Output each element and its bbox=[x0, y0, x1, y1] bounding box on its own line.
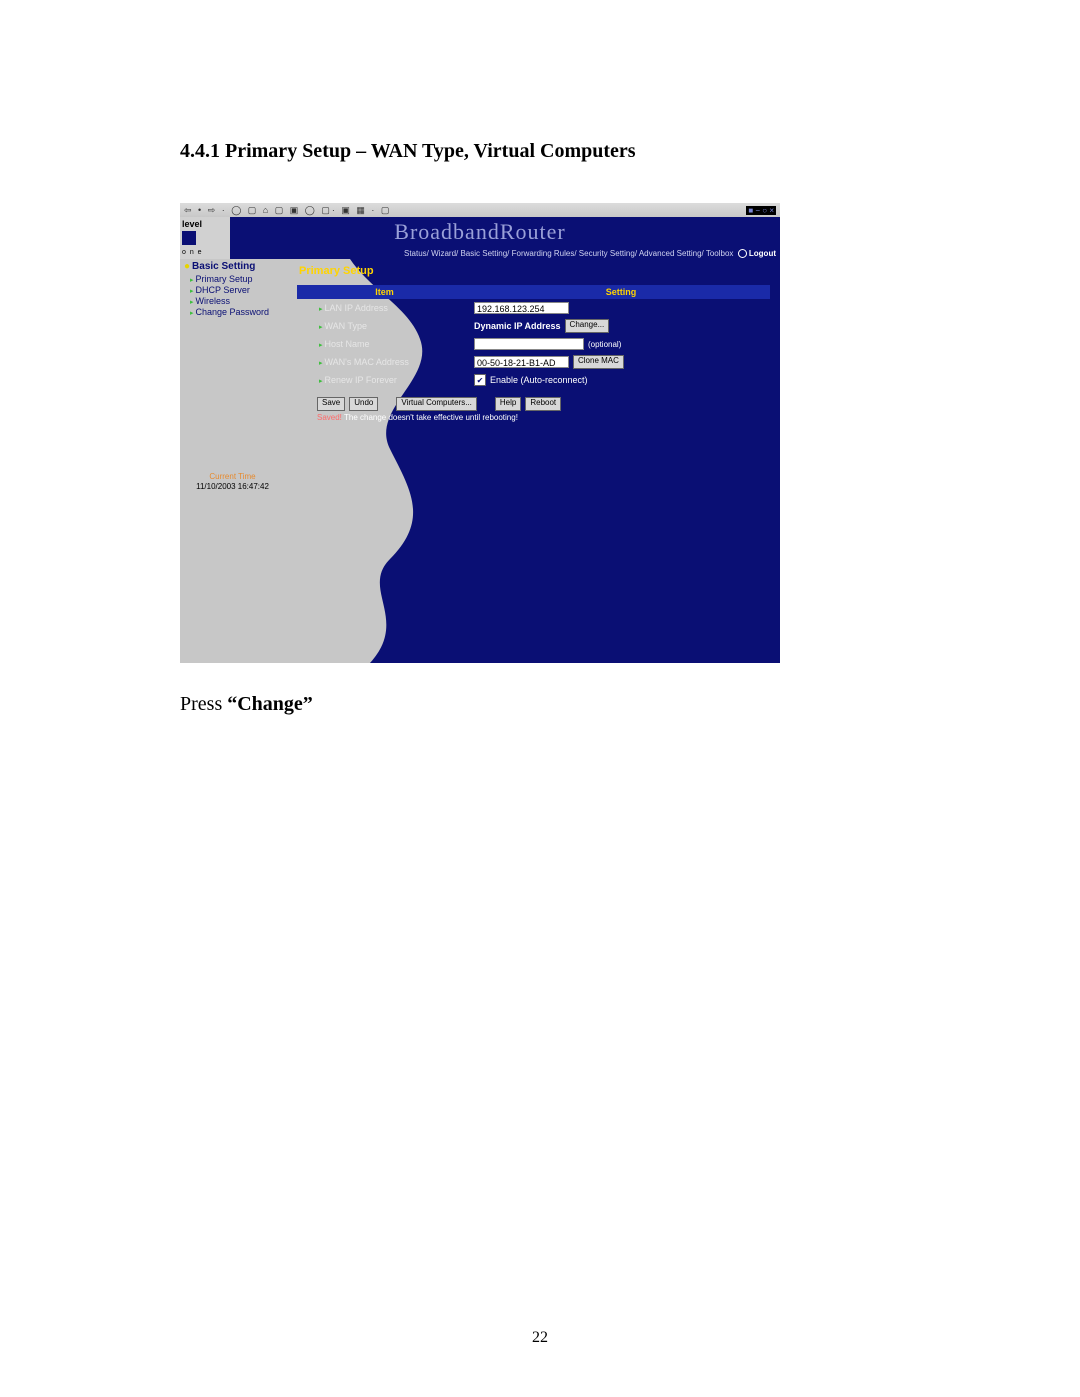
triangle-icon: ▸ bbox=[190, 310, 194, 317]
col-setting-header: Setting bbox=[472, 287, 770, 297]
optional-label: (optional) bbox=[588, 340, 621, 349]
action-button-row: Save Undo Virtual Computers... Help Rebo… bbox=[317, 397, 770, 411]
logo: level o n e bbox=[180, 217, 230, 259]
wan-type-value: Dynamic IP Address bbox=[474, 321, 561, 331]
nav-link[interactable]: Basic Setting bbox=[460, 249, 507, 258]
label-wan-type: WAN Type bbox=[325, 321, 368, 331]
triangle-icon: ▸ bbox=[319, 342, 323, 349]
col-item-header: Item bbox=[297, 287, 472, 297]
current-time-label: Current Time bbox=[180, 472, 285, 481]
row-host-name: ▸Host Name (optional) bbox=[297, 335, 770, 353]
page-number: 22 bbox=[0, 1329, 1080, 1347]
sidebar-item-wireless[interactable]: ▸Wireless bbox=[190, 296, 281, 306]
label-host-name: Host Name bbox=[325, 339, 370, 349]
nav-link[interactable]: Advanced Setting bbox=[639, 249, 702, 258]
host-name-input[interactable] bbox=[474, 338, 584, 350]
sidebar-item-dhcp-server[interactable]: ▸DHCP Server bbox=[190, 285, 281, 295]
logout-link[interactable]: Logout bbox=[749, 249, 776, 258]
triangle-icon: ▸ bbox=[319, 306, 323, 313]
triangle-icon: ▸ bbox=[319, 360, 323, 367]
content-title: Primary Setup bbox=[299, 265, 770, 277]
lan-ip-input[interactable]: 192.168.123.254 bbox=[474, 302, 569, 314]
row-wan-type: ▸WAN Type Dynamic IP Address Change... bbox=[297, 317, 770, 335]
nav-link[interactable]: Forwarding Rules bbox=[512, 249, 575, 258]
triangle-icon: ▸ bbox=[190, 288, 194, 295]
logo-text-bottom: o n e bbox=[182, 248, 203, 258]
label-lan-ip: LAN IP Address bbox=[325, 303, 388, 313]
figure-caption: Press “Change” bbox=[180, 693, 900, 716]
header-banner: level o n e BroadbandRouter Status/ Wiza… bbox=[180, 217, 780, 259]
change-button[interactable]: Change... bbox=[565, 319, 610, 333]
reboot-button[interactable]: Reboot bbox=[525, 397, 561, 411]
enable-text: Enable (Auto-reconnect) bbox=[490, 375, 588, 385]
virtual-computers-button[interactable]: Virtual Computers... bbox=[396, 397, 477, 411]
help-button[interactable]: Help bbox=[495, 397, 521, 411]
nav-link[interactable]: Status bbox=[404, 249, 427, 258]
app-title: BroadbandRouter bbox=[394, 219, 565, 245]
sidebar-item-primary-setup[interactable]: ▸Primary Setup bbox=[190, 274, 281, 284]
nav-link[interactable]: Security Setting bbox=[579, 249, 635, 258]
clone-mac-button[interactable]: Clone MAC bbox=[573, 355, 624, 369]
app-screenshot: ⇦ • ⇨ · ◯ ▢ ⌂ ▢ ▣ ◯ ▢· ▣ ▦ · ▢ ■ − ○ × l… bbox=[180, 203, 780, 663]
label-wan-mac: WAN's MAC Address bbox=[325, 357, 409, 367]
save-note: Saved! The change doesn't take effective… bbox=[317, 413, 770, 422]
renew-checkbox[interactable]: ✔ bbox=[474, 374, 486, 386]
saved-label: Saved! bbox=[317, 413, 342, 422]
top-nav: Status/ Wizard/ Basic Setting/ Forwardin… bbox=[404, 249, 776, 258]
row-lan-ip: ▸LAN IP Address 192.168.123.254 bbox=[297, 299, 770, 317]
window-controls[interactable]: ■ − ○ × bbox=[746, 206, 776, 215]
browser-toolbar: ⇦ • ⇨ · ◯ ▢ ⌂ ▢ ▣ ◯ ▢· ▣ ▦ · ▢ ■ − ○ × bbox=[180, 203, 780, 217]
undo-button[interactable]: Undo bbox=[349, 397, 378, 411]
sidebar-section-title: ●Basic Setting bbox=[184, 261, 281, 272]
wan-mac-input[interactable]: 00-50-18-21-B1-AD bbox=[474, 356, 569, 368]
sidebar: ●Basic Setting ▸Primary Setup ▸DHCP Serv… bbox=[180, 259, 285, 663]
logout-icon bbox=[738, 249, 747, 258]
triangle-icon: ▸ bbox=[319, 324, 323, 331]
section-heading: 4.4.1 Primary Setup – WAN Type, Virtual … bbox=[180, 140, 900, 163]
table-header: Item Setting bbox=[297, 285, 770, 299]
triangle-icon: ▸ bbox=[190, 299, 194, 306]
label-renew-ip: Renew IP Forever bbox=[325, 375, 397, 385]
nav-link[interactable]: Wizard bbox=[431, 249, 456, 258]
sidebar-item-change-password[interactable]: ▸Change Password bbox=[190, 307, 281, 317]
row-renew-ip: ▸Renew IP Forever ✔ Enable (Auto-reconne… bbox=[297, 371, 770, 389]
nav-link[interactable]: Toolbox bbox=[706, 249, 734, 258]
toolbar-icons: ⇦ • ⇨ · ◯ ▢ ⌂ ▢ ▣ ◯ ▢· ▣ ▦ · ▢ bbox=[184, 205, 391, 216]
triangle-icon: ▸ bbox=[190, 277, 194, 284]
logo-text-top: level bbox=[182, 219, 228, 229]
bullet-icon: ● bbox=[184, 261, 190, 272]
save-button[interactable]: Save bbox=[317, 397, 345, 411]
row-wan-mac: ▸WAN's MAC Address 00-50-18-21-B1-AD Clo… bbox=[297, 353, 770, 371]
content-panel: Primary Setup Item Setting ▸LAN IP Addre… bbox=[285, 259, 780, 663]
logo-icon bbox=[182, 231, 196, 245]
triangle-icon: ▸ bbox=[319, 378, 323, 385]
current-time-value: 11/10/2003 16:47:42 bbox=[180, 482, 285, 491]
